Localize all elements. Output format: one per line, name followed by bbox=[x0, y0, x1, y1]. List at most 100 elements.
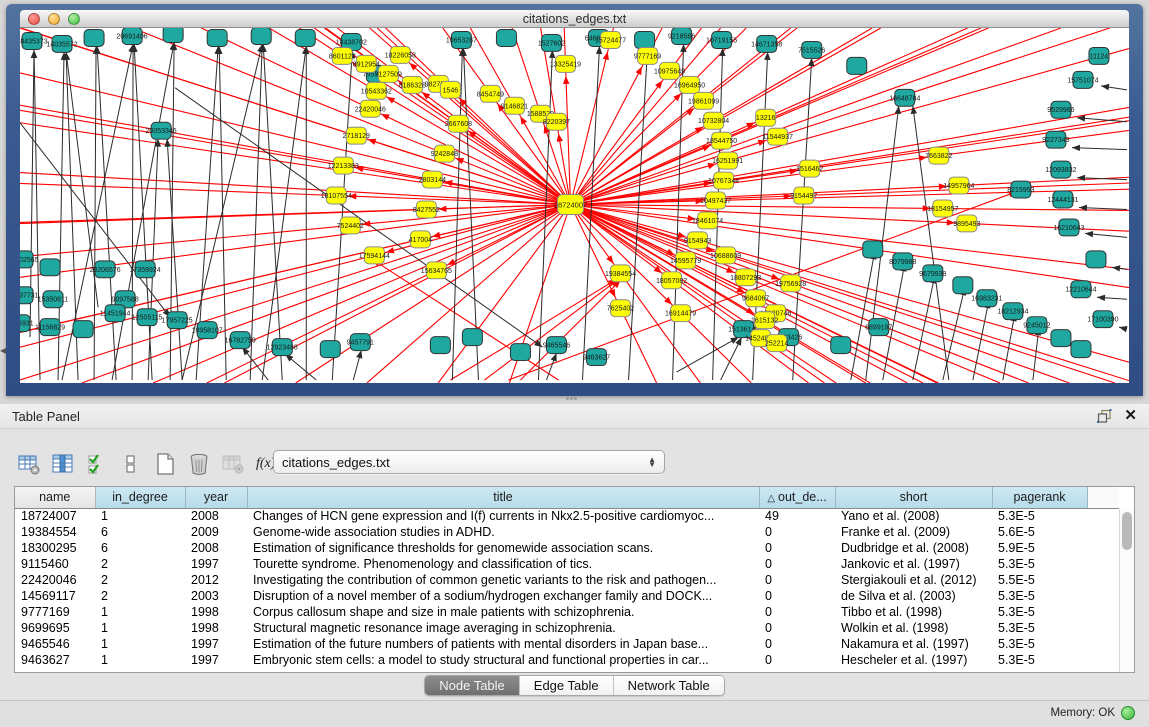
panel-collapse-arrow[interactable]: ◀ bbox=[0, 346, 6, 355]
table-cell[interactable]: 1 bbox=[95, 620, 185, 636]
table-cell[interactable]: 1 bbox=[95, 652, 185, 668]
split-pane-handle[interactable] bbox=[566, 397, 578, 403]
table-cell[interactable]: Investigating the contribution of common… bbox=[247, 572, 759, 588]
table-cell[interactable]: 18724007 bbox=[15, 508, 95, 524]
table-cell[interactable]: Changes of HCN gene expression and I(f) … bbox=[247, 508, 759, 524]
table-cell[interactable]: 1997 bbox=[185, 652, 247, 668]
table-source-dropdown[interactable]: citations_edges.txt ▲▼ bbox=[273, 450, 665, 474]
table-cell[interactable]: 1998 bbox=[185, 620, 247, 636]
column-header-in-degree[interactable]: in_degree bbox=[95, 487, 185, 508]
table-cell[interactable]: 0 bbox=[759, 652, 835, 668]
table-cell[interactable]: 2 bbox=[95, 556, 185, 572]
column-header-name[interactable]: name bbox=[15, 487, 95, 508]
table-cell[interactable]: 9465546 bbox=[15, 636, 95, 652]
table-cell[interactable]: 5.5E-5 bbox=[992, 572, 1087, 588]
table-cell[interactable] bbox=[1087, 636, 1119, 652]
table-cell[interactable]: 2 bbox=[95, 588, 185, 604]
table-cell[interactable]: Estimation of the future numbers of pati… bbox=[247, 636, 759, 652]
network-canvas[interactable]: 1843537314035572206914061843870279572241… bbox=[20, 28, 1129, 383]
table-row[interactable]: 2242004622012Investigating the contribut… bbox=[15, 572, 1119, 588]
node-table[interactable]: name in_degree year title △out_de... sho… bbox=[14, 486, 1135, 673]
table-cell[interactable]: Embryonic stem cells: a model to study s… bbox=[247, 652, 759, 668]
delete-column-trash-icon[interactable] bbox=[184, 449, 214, 479]
table-cell[interactable]: 2009 bbox=[185, 524, 247, 540]
select-columns-icon[interactable] bbox=[82, 449, 112, 479]
table-vertical-scrollbar[interactable] bbox=[1119, 509, 1134, 672]
table-cell[interactable]: 0 bbox=[759, 620, 835, 636]
table-cell[interactable]: Tourette syndrome. Phenomenology and cla… bbox=[247, 556, 759, 572]
table-cell[interactable]: 9699695 bbox=[15, 620, 95, 636]
table-cell[interactable]: 1997 bbox=[185, 556, 247, 572]
table-cell[interactable]: 2008 bbox=[185, 540, 247, 556]
table-cell[interactable]: Tibbo et al. (1998) bbox=[835, 604, 992, 620]
column-header-short[interactable]: short bbox=[835, 487, 992, 508]
new-column-icon[interactable] bbox=[150, 449, 180, 479]
table-cell[interactable]: 5.3E-5 bbox=[992, 620, 1087, 636]
table-cell[interactable]: 0 bbox=[759, 636, 835, 652]
table-cell[interactable]: 9777169 bbox=[15, 604, 95, 620]
table-cell[interactable]: 2012 bbox=[185, 572, 247, 588]
table-cell[interactable]: Estimation of significance thresholds fo… bbox=[247, 540, 759, 556]
table-cell[interactable]: Dudbridge et al. (2008) bbox=[835, 540, 992, 556]
table-row[interactable]: 911546021997Tourette syndrome. Phenomeno… bbox=[15, 556, 1119, 572]
table-cell[interactable]: 2008 bbox=[185, 508, 247, 524]
table-cell[interactable]: 5.3E-5 bbox=[992, 604, 1087, 620]
table-mode-icon[interactable] bbox=[14, 449, 44, 479]
table-cell[interactable] bbox=[1087, 572, 1119, 588]
tab-node-table[interactable]: Node Table bbox=[425, 676, 520, 695]
table-cell[interactable]: 5.3E-5 bbox=[992, 508, 1087, 524]
table-cell[interactable]: 18300295 bbox=[15, 540, 95, 556]
close-window-icon[interactable] bbox=[28, 13, 40, 25]
table-cell[interactable]: 6 bbox=[95, 524, 185, 540]
table-cell[interactable]: 1998 bbox=[185, 604, 247, 620]
table-cell[interactable]: 14569117 bbox=[15, 588, 95, 604]
table-row[interactable]: 969969511998Structural magnetic resonanc… bbox=[15, 620, 1119, 636]
table-cell[interactable]: 0 bbox=[759, 572, 835, 588]
table-cell[interactable]: 1 bbox=[95, 508, 185, 524]
float-panel-icon[interactable] bbox=[1097, 409, 1112, 423]
table-cell[interactable]: 5.9E-5 bbox=[992, 540, 1087, 556]
table-cell[interactable]: Jankovic et al. (1997) bbox=[835, 556, 992, 572]
table-cell[interactable]: Corpus callosum shape and size in male p… bbox=[247, 604, 759, 620]
table-cell[interactable]: 2003 bbox=[185, 588, 247, 604]
table-cell[interactable]: 49 bbox=[759, 508, 835, 524]
table-cell[interactable]: 0 bbox=[759, 540, 835, 556]
table-cell[interactable]: 5.6E-5 bbox=[992, 524, 1087, 540]
column-header-pagerank[interactable]: pagerank bbox=[992, 487, 1087, 508]
table-cell[interactable]: Hescheler et al. (1997) bbox=[835, 652, 992, 668]
table-cell[interactable]: 5.3E-5 bbox=[992, 652, 1087, 668]
table-cell[interactable]: 5.3E-5 bbox=[992, 588, 1087, 604]
table-cell[interactable]: 0 bbox=[759, 588, 835, 604]
table-cell[interactable]: Structural magnetic resonance image aver… bbox=[247, 620, 759, 636]
table-header-row[interactable]: name in_degree year title △out_de... sho… bbox=[15, 487, 1119, 508]
table-row[interactable]: 1830029562008Estimation of significance … bbox=[15, 540, 1119, 556]
table-row[interactable]: 1872400712008Changes of HCN gene express… bbox=[15, 508, 1119, 524]
zoom-window-icon[interactable] bbox=[68, 13, 80, 25]
table-cell[interactable]: 5.3E-5 bbox=[992, 556, 1087, 572]
table-row[interactable]: 946362711997Embryonic stem cells: a mode… bbox=[15, 652, 1119, 668]
table-cell[interactable] bbox=[1087, 508, 1119, 524]
table-cell[interactable]: 1997 bbox=[185, 636, 247, 652]
column-header-title[interactable]: title bbox=[247, 487, 759, 508]
table-cell[interactable]: 0 bbox=[759, 604, 835, 620]
table-cell[interactable]: 1 bbox=[95, 636, 185, 652]
table-cell[interactable]: 6 bbox=[95, 540, 185, 556]
memory-ok-indicator[interactable] bbox=[1121, 706, 1135, 720]
table-row[interactable]: 1456911722003Disruption of a novel membe… bbox=[15, 588, 1119, 604]
table-cell[interactable] bbox=[1087, 604, 1119, 620]
table-row[interactable]: 977716911998Corpus callosum shape and si… bbox=[15, 604, 1119, 620]
network-window-titlebar[interactable]: citations_edges.txt bbox=[20, 10, 1129, 28]
table-cell[interactable]: 5.3E-5 bbox=[992, 636, 1087, 652]
table-cell[interactable]: 1 bbox=[95, 604, 185, 620]
table-cell[interactable]: de Silva et al. (2003) bbox=[835, 588, 992, 604]
network-view-frame[interactable]: citations_edges.txt 18435373140355722069… bbox=[6, 4, 1143, 396]
minimize-window-icon[interactable] bbox=[48, 13, 60, 25]
table-cell[interactable]: 0 bbox=[759, 524, 835, 540]
table-cell[interactable] bbox=[1087, 556, 1119, 572]
row-height-icon[interactable] bbox=[116, 449, 146, 479]
table-cell[interactable]: 9463627 bbox=[15, 652, 95, 668]
table-cell[interactable]: Wolkin et al. (1998) bbox=[835, 620, 992, 636]
table-cell[interactable]: 9115460 bbox=[15, 556, 95, 572]
tab-edge-table[interactable]: Edge Table bbox=[520, 676, 614, 695]
table-cell[interactable]: 0 bbox=[759, 556, 835, 572]
